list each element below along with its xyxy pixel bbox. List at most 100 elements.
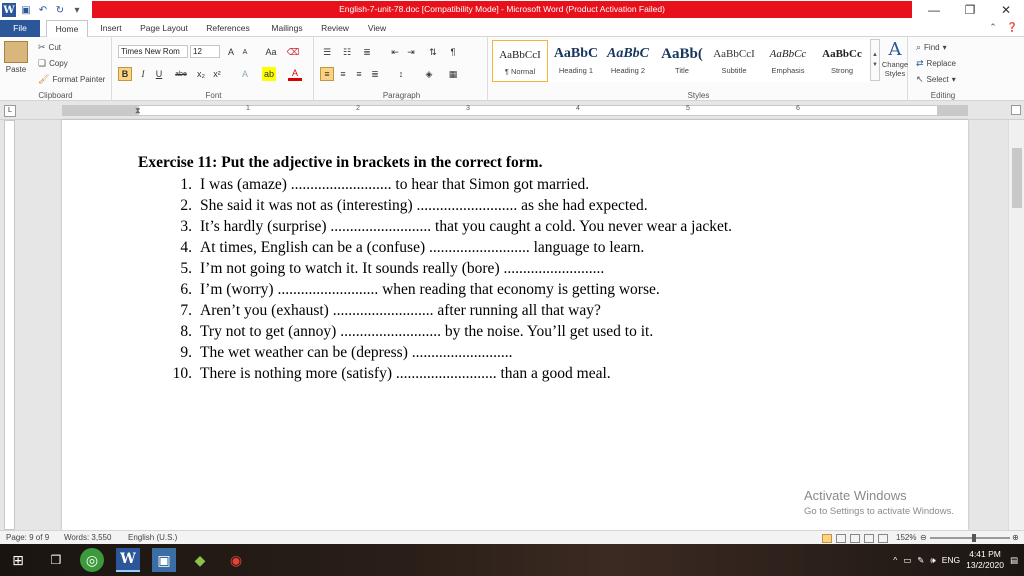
line-spacing-icon[interactable]: ↕ bbox=[394, 67, 408, 81]
underline-button[interactable]: U bbox=[152, 67, 166, 81]
zoom-out-icon[interactable]: ⊖ bbox=[920, 531, 927, 545]
subscript-button[interactable]: x₂ bbox=[194, 67, 208, 81]
web-layout-icon[interactable] bbox=[850, 533, 860, 543]
grow-font-icon[interactable]: A bbox=[224, 45, 238, 59]
notification-icon[interactable]: ▤ bbox=[1010, 555, 1018, 566]
ruler-right-margin bbox=[937, 106, 967, 115]
outline-icon[interactable] bbox=[864, 533, 874, 543]
vertical-scrollbar[interactable] bbox=[1008, 120, 1024, 530]
undo-icon[interactable]: ↶ bbox=[36, 3, 50, 17]
customize-qat-icon[interactable]: ▾ bbox=[70, 3, 84, 17]
shading-icon[interactable]: ◈ bbox=[422, 67, 436, 81]
numbering-icon[interactable]: ☷ bbox=[340, 45, 354, 59]
style-title[interactable]: AaBb( Title bbox=[654, 40, 710, 82]
word-taskbar-icon[interactable]: W bbox=[116, 548, 140, 572]
format-painter-button[interactable]: 🖌 Format Painter bbox=[38, 73, 105, 86]
tab-home[interactable]: Home bbox=[46, 20, 88, 38]
indent-marker[interactable]: ⧗ bbox=[135, 106, 141, 116]
volume-icon[interactable]: 🕪 bbox=[930, 555, 935, 566]
text-effects-icon[interactable]: A bbox=[238, 67, 252, 81]
word-app-icon[interactable]: W bbox=[2, 3, 16, 17]
show-formatting-icon[interactable]: ¶ bbox=[446, 45, 460, 59]
bold-button[interactable]: B bbox=[118, 67, 132, 81]
full-screen-icon[interactable] bbox=[836, 533, 846, 543]
strikethrough-button[interactable]: abe bbox=[172, 67, 190, 81]
help-icon[interactable]: ❓ bbox=[1007, 22, 1018, 33]
sort-icon[interactable]: ⇅ bbox=[426, 45, 440, 59]
clock[interactable]: 4:41 PM 13/2/2020 bbox=[966, 549, 1004, 571]
font-name-select[interactable]: Times New Rom bbox=[118, 45, 188, 58]
align-right-icon[interactable]: ≡ bbox=[352, 67, 366, 81]
app-icon[interactable]: ◎ bbox=[80, 548, 104, 572]
tab-page-layout[interactable]: Page Layout bbox=[136, 20, 192, 37]
shrink-font-icon[interactable]: A bbox=[238, 45, 252, 59]
tab-view[interactable]: View bbox=[364, 20, 390, 37]
style-heading-1[interactable]: AaBbC Heading 1 bbox=[548, 40, 604, 82]
window-title: English-7-unit-78.doc [Compatibility Mod… bbox=[92, 1, 912, 18]
style-emphasis[interactable]: AaBbCc Emphasis bbox=[760, 40, 816, 82]
styles-scroll[interactable]: ▲ ▼ bbox=[870, 39, 880, 81]
tab-insert[interactable]: Insert bbox=[96, 20, 126, 37]
style-subtitle[interactable]: AaBbCcI Subtitle bbox=[706, 40, 762, 82]
zoom-level[interactable]: 152% bbox=[896, 531, 916, 545]
pen-icon[interactable]: ✎ bbox=[917, 555, 924, 566]
font-color-icon[interactable]: A bbox=[288, 67, 302, 81]
cut-button[interactable]: ✂ Cut bbox=[38, 41, 61, 54]
horizontal-ruler[interactable]: 1 2 3 4 5 6 ⧗ bbox=[62, 105, 968, 116]
multilevel-list-icon[interactable]: ≣ bbox=[360, 45, 374, 59]
close-button[interactable]: ✕ bbox=[988, 0, 1024, 20]
zoom-slider[interactable] bbox=[930, 537, 1010, 539]
zoom-in-icon[interactable]: ⊕ bbox=[1012, 531, 1019, 545]
scrollbar-thumb[interactable] bbox=[1012, 148, 1022, 208]
superscript-button[interactable]: x² bbox=[210, 67, 224, 81]
bullets-icon[interactable]: ☰ bbox=[320, 45, 334, 59]
replace-button[interactable]: ⇄ Replace bbox=[916, 57, 956, 70]
align-center-icon[interactable]: ≡ bbox=[336, 67, 350, 81]
font-size-select[interactable]: 12 bbox=[190, 45, 220, 58]
input-language[interactable]: ENG bbox=[942, 555, 960, 565]
battery-icon[interactable]: ▭ bbox=[903, 555, 911, 566]
tab-review[interactable]: Review bbox=[318, 20, 352, 37]
chrome-icon[interactable]: ◉ bbox=[224, 548, 248, 572]
task-view-icon[interactable]: ❒ bbox=[44, 548, 68, 572]
language-status[interactable]: English (U.S.) bbox=[128, 531, 177, 545]
borders-icon[interactable]: ▦ bbox=[446, 67, 460, 81]
tab-mailings[interactable]: Mailings bbox=[266, 20, 308, 37]
decrease-indent-icon[interactable]: ⇤ bbox=[388, 45, 402, 59]
minimize-ribbon-icon[interactable]: ⌃ bbox=[989, 22, 997, 33]
word-count[interactable]: Words: 3,550 bbox=[64, 531, 111, 545]
redo-icon[interactable]: ↻ bbox=[53, 3, 67, 17]
find-button[interactable]: ⌕ Find ▾ bbox=[916, 41, 947, 54]
bluestacks-icon[interactable]: ◆ bbox=[188, 548, 212, 572]
zoom-slider-handle[interactable] bbox=[972, 534, 976, 542]
photos-icon[interactable]: ▣ bbox=[152, 548, 176, 572]
highlight-icon[interactable]: ab bbox=[262, 67, 276, 81]
change-styles-button[interactable]: A Change Styles bbox=[882, 39, 908, 83]
change-case-icon[interactable]: Aa bbox=[264, 45, 278, 59]
minimize-button[interactable]: — bbox=[916, 0, 952, 20]
copy-button[interactable]: ❏ Copy bbox=[38, 57, 68, 70]
tab-references[interactable]: References bbox=[202, 20, 254, 37]
restore-button[interactable]: ❐ bbox=[952, 0, 988, 20]
paste-button[interactable]: Paste bbox=[4, 41, 28, 83]
draft-icon[interactable] bbox=[878, 533, 888, 543]
justify-icon[interactable]: ≣ bbox=[368, 67, 382, 81]
clear-formatting-icon[interactable]: ⌫ bbox=[286, 45, 300, 59]
italic-button[interactable]: I bbox=[136, 67, 150, 81]
document-page[interactable]: Exercise 11: Put the adjective in bracke… bbox=[62, 120, 968, 530]
style-normal[interactable]: AaBbCcI ¶ Normal bbox=[492, 40, 548, 82]
print-layout-icon[interactable] bbox=[822, 533, 832, 543]
style-heading-2[interactable]: AaBbC Heading 2 bbox=[600, 40, 656, 82]
tab-selector[interactable]: L bbox=[4, 105, 16, 117]
save-icon[interactable]: ▣ bbox=[19, 3, 33, 17]
start-icon[interactable]: ⊞ bbox=[6, 548, 30, 572]
page-count[interactable]: Page: 9 of 9 bbox=[6, 531, 49, 545]
style-strong[interactable]: AaBbCc Strong bbox=[814, 40, 870, 82]
align-left-icon[interactable]: ≡ bbox=[320, 67, 334, 81]
view-ruler-icon[interactable] bbox=[1011, 105, 1021, 115]
chevron-up-icon[interactable]: ^ bbox=[893, 555, 897, 565]
vertical-ruler[interactable] bbox=[4, 120, 15, 530]
tab-file[interactable]: File bbox=[0, 20, 40, 37]
increase-indent-icon[interactable]: ⇥ bbox=[404, 45, 418, 59]
select-button[interactable]: ↖ Select ▾ bbox=[916, 73, 956, 86]
